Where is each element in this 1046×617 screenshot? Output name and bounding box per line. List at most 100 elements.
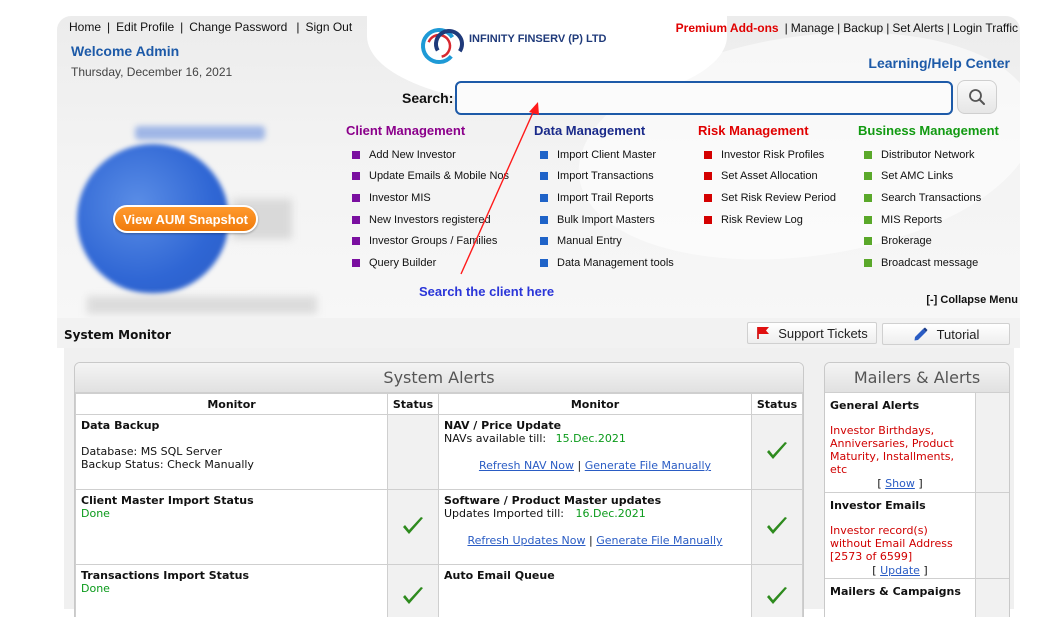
bullet-square-icon: [352, 193, 360, 202]
menu-item-label: Set Asset Allocation: [721, 170, 818, 183]
table-row: Transactions Import Status Done Auto Ema…: [75, 564, 803, 617]
nav-available-label: NAVs available till:: [443, 432, 547, 445]
menu-item[interactable]: Import Trail Reports: [534, 187, 674, 209]
login-traffic-link[interactable]: Login Traffic: [953, 21, 1018, 35]
investor-emails-body: Investor Emails Investor record(s) witho…: [825, 493, 975, 578]
menu-item[interactable]: Set AMC Links: [858, 166, 999, 188]
risk-management-menu: Risk Management Investor Risk Profiles Se…: [698, 123, 836, 230]
menu-item[interactable]: Investor MIS: [346, 187, 509, 209]
company-logo[interactable]: INFINITY FINSERV (P) LTD: [419, 24, 607, 68]
menu-item-label: Import Transactions: [557, 170, 654, 183]
transactions-status-text: Done: [81, 582, 110, 595]
menu-item-label: Distributor Network: [881, 148, 975, 161]
system-monitor-bar: System Monitor Support Tickets Tutorial: [57, 318, 1020, 348]
manage-link[interactable]: Manage: [791, 21, 834, 35]
table-header-row: Monitor Status Monitor Status: [75, 393, 803, 415]
generate-file-link[interactable]: Generate File Manually: [585, 459, 711, 472]
menu-item[interactable]: Add New Investor: [346, 144, 509, 166]
menu-item[interactable]: Risk Review Log: [698, 209, 836, 231]
current-date: Thursday, December 16, 2021: [71, 65, 233, 79]
welcome-text: Welcome Admin: [71, 43, 180, 59]
premium-addons-link[interactable]: Premium Add-ons: [676, 21, 779, 35]
nav-links: Refresh NAV Now | Generate File Manually: [444, 459, 746, 472]
menu-item-label: Broadcast message: [881, 256, 979, 269]
menu-item[interactable]: Import Transactions: [534, 166, 674, 188]
menu-item-label: Add New Investor: [369, 148, 456, 161]
bullet-square-icon: [352, 215, 360, 224]
menu-item-label: Manual Entry: [557, 235, 622, 248]
menu-item[interactable]: Set Risk Review Period: [698, 187, 836, 209]
general-alerts-side: [975, 393, 1009, 492]
show-link[interactable]: Show: [885, 477, 915, 490]
menu-item[interactable]: Distributor Network: [858, 144, 999, 166]
menu-item-label: New Investors registered: [369, 213, 491, 226]
header: Home | Edit Profile | Change Password | …: [57, 16, 1020, 318]
transactions-cell: Transactions Import Status Done: [75, 564, 389, 617]
menu-item[interactable]: Search Transactions: [858, 187, 999, 209]
menu-item[interactable]: New Investors registered: [346, 209, 509, 231]
checkmark-icon: [767, 441, 787, 459]
tutorial-button[interactable]: Tutorial: [882, 323, 1010, 345]
pencil-icon: [914, 327, 928, 341]
menu-item[interactable]: Query Builder: [346, 252, 509, 274]
table-row: Data Backup Database: MS SQL Server Back…: [75, 414, 803, 490]
search-hint-annotation: Search the client here: [419, 284, 555, 299]
set-alerts-link[interactable]: Set Alerts: [892, 21, 943, 35]
menu-item[interactable]: Manual Entry: [534, 230, 674, 252]
help-center-link[interactable]: Learning/Help Center: [868, 55, 1010, 71]
mailers-alerts-title: Mailers & Alerts: [825, 363, 1009, 393]
support-tickets-button[interactable]: Support Tickets: [747, 322, 877, 344]
backup-link[interactable]: Backup: [843, 21, 883, 35]
refresh-nav-link[interactable]: Refresh NAV Now: [479, 459, 574, 472]
menu-item[interactable]: Bulk Import Masters: [534, 209, 674, 231]
menu-item[interactable]: Update Emails & Mobile Nos: [346, 166, 509, 188]
column-header-monitor: Monitor: [437, 393, 753, 415]
auto-email-status: [751, 564, 803, 617]
menu-item[interactable]: MIS Reports: [858, 209, 999, 231]
flag-icon: [757, 327, 770, 339]
update-link[interactable]: Update: [880, 564, 920, 577]
update-link-wrapper: [ Update ]: [830, 564, 970, 577]
menu-item[interactable]: Set Asset Allocation: [698, 166, 836, 188]
view-aum-snapshot-button[interactable]: View AUM Snapshot: [113, 205, 258, 233]
home-link[interactable]: Home: [69, 20, 101, 34]
general-alerts-body: General Alerts Investor Birthdays, Anniv…: [825, 393, 975, 492]
menu-item[interactable]: Import Client Master: [534, 144, 674, 166]
menu-item[interactable]: Investor Risk Profiles: [698, 144, 836, 166]
system-monitor-title: System Monitor: [64, 328, 171, 342]
edit-profile-link[interactable]: Edit Profile: [116, 20, 174, 34]
menu-item-label: Set Risk Review Period: [721, 191, 836, 204]
bracket-open: [: [877, 477, 882, 490]
generate-file-link[interactable]: Generate File Manually: [596, 534, 722, 547]
checkmark-icon: [767, 516, 787, 534]
nav-separator: |: [886, 21, 890, 35]
bullet-square-icon: [864, 215, 872, 224]
change-password-link[interactable]: Change Password: [189, 20, 287, 34]
bullet-square-icon: [540, 150, 548, 159]
search-input[interactable]: [455, 81, 953, 115]
database-text: Database: MS SQL Server: [81, 445, 222, 458]
mailers-campaigns-title: Mailers & Campaigns: [830, 585, 961, 598]
search-button[interactable]: [957, 80, 997, 114]
menu-item-label: Set AMC Links: [881, 170, 954, 183]
mailers-campaigns-section: Mailers & Campaigns: [825, 579, 1009, 617]
menu-item-label: Query Builder: [369, 256, 437, 269]
column-header-monitor: Monitor: [75, 393, 389, 415]
investor-emails-text: Investor record(s) without Email Address…: [830, 524, 953, 563]
menu-item[interactable]: Data Management tools: [534, 252, 674, 274]
general-alerts-section: General Alerts Investor Birthdays, Anniv…: [825, 393, 1009, 493]
menu-item-label: Investor Groups / Families: [369, 235, 498, 248]
sign-out-link[interactable]: Sign Out: [305, 20, 352, 34]
right-nav: Premium Add-ons | Manage | Backup | Set …: [676, 21, 1018, 35]
bullet-square-icon: [540, 258, 548, 267]
bullet-square-icon: [352, 172, 360, 181]
menu-item[interactable]: Broadcast message: [858, 252, 999, 274]
investor-emails-section: Investor Emails Investor record(s) witho…: [825, 493, 1009, 579]
menu-item[interactable]: Investor Groups / Families: [346, 230, 509, 252]
menu-item[interactable]: Brokerage: [858, 230, 999, 252]
collapse-menu-toggle[interactable]: [-] Collapse Menu: [926, 294, 1018, 306]
menu-item-label: Data Management tools: [557, 256, 674, 269]
show-link-wrapper: [ Show ]: [830, 477, 970, 490]
mailers-campaigns-side: [975, 579, 1009, 617]
refresh-updates-link[interactable]: Refresh Updates Now: [467, 534, 585, 547]
